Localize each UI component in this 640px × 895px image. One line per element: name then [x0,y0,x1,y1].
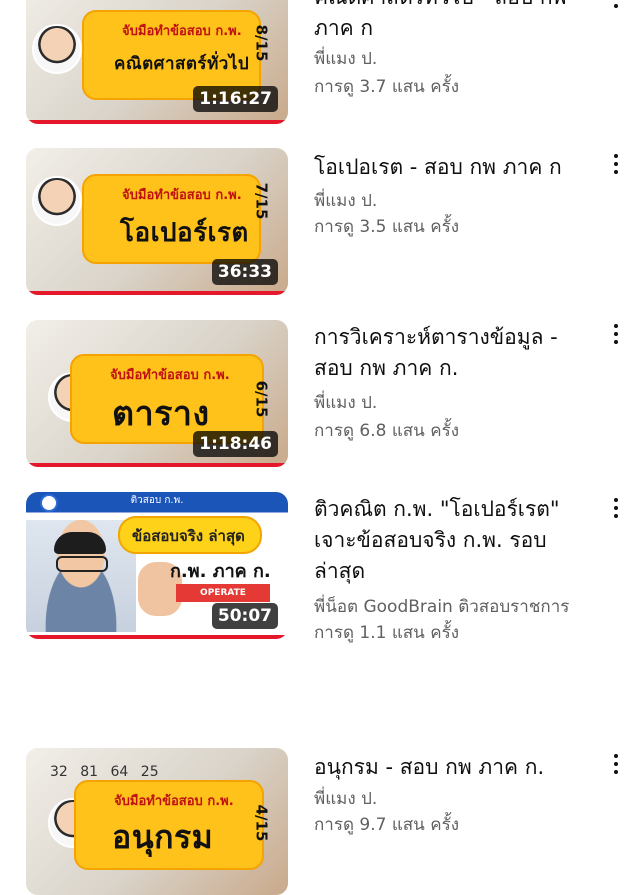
video-title[interactable]: การวิเคราะห์ตารางข้อมูล - สอบ กพ ภาค ก. [314,322,589,384]
thumbnail-header: ติวสอบ ก.พ. [130,495,184,506]
watch-progress-bar [26,463,288,467]
thumbnail-numbers: 32 81 64 25 [50,764,159,780]
more-vert-icon[interactable] [604,324,628,348]
watch-progress-bar [26,635,288,639]
channel-name[interactable]: พี่แมง ป. [314,390,614,416]
video-thumbnail[interactable]: จับมือทำข้อสอบ ก.พ. คณิตศาสตร์ทั่วไป 8/1… [26,0,288,124]
channel-name[interactable]: พี่น็อต GoodBrain ติวสอบราชการ [314,594,614,620]
video-thumbnail[interactable]: จับมือทำข้อสอบ ก.พ. ตาราง 6/15 1:18:46 [26,320,288,467]
video-thumbnail[interactable]: 32 81 64 25 จับมือทำข้อสอบ ก.พ. อนุกรม 4… [26,748,288,895]
thumbnail-pill: ข้อสอบจริง ล่าสุด [118,516,262,554]
episode-number: 8/15 [252,24,271,62]
thumbnail-title: ก.พ. ภาค ก. [170,561,271,582]
channel-name[interactable]: พี่แมง ป. [314,188,614,214]
presenter-glasses [56,556,108,572]
thumbnail-pill-text: ข้อสอบจริง ล่าสุด [132,527,245,545]
duration-badge: 1:16:27 [193,86,278,112]
view-count: การดู 3.5 แสน ครั้ง [314,217,460,237]
thumbnail-banner: จับมือทำข้อสอบ ก.พ. โอเปอร์เรต [82,174,261,264]
more-vert-icon[interactable] [604,0,628,12]
video-thumbnail[interactable]: จับมือทำข้อสอบ ก.พ. โอเปอร์เรต 7/15 36:3… [26,148,288,295]
watch-progress-bar [26,291,288,295]
thumbnail-title: อนุกรม [112,818,214,856]
thumbnail-subtitle: จับมือทำข้อสอบ ก.พ. [114,794,234,809]
episode-number: 6/15 [252,380,271,418]
thumbnail-subtitle: จับมือทำข้อสอบ ก.พ. [122,24,242,39]
view-count: การดู 6.8 แสน ครั้ง [314,421,460,441]
video-title[interactable]: ติวคณิต ก.พ. "โอเปอร์เรต" เจาะข้อสอบจริง… [314,494,589,587]
video-title[interactable]: โอเปอเรต - สอบ กพ ภาค ก [314,152,589,183]
episode-number: 7/15 [252,182,271,220]
duration-badge: 36:33 [211,259,278,285]
thumbnail-title: โอเปอร์เรต [120,218,249,248]
thumbnail-subtitle: จับมือทำข้อสอบ ก.พ. [122,188,242,203]
channel-name[interactable]: พี่แมง ป. [314,46,614,72]
more-vert-icon[interactable] [604,154,628,178]
view-count: การดู 3.7 แสน ครั้ง [314,77,460,97]
video-thumbnail[interactable]: ติวสอบ ก.พ. ข้อสอบจริง ล่าสุด ก.พ. ภาค ก… [26,492,288,639]
watch-progress-bar [26,120,288,124]
video-title[interactable]: อนุกรม - สอบ กพ ภาค ก. [314,752,589,783]
more-vert-icon[interactable] [604,754,628,778]
episode-number: 4/15 [252,804,271,842]
thumbnail-banner: จับมือทำข้อสอบ ก.พ. อนุกรม [74,780,264,870]
channel-logo-icon [40,494,58,512]
presenter-avatar [32,24,82,74]
channel-name[interactable]: พี่แมง ป. [314,786,614,812]
thumbnail-title: คณิตศาสตร์ทั่วไป [114,54,250,74]
duration-badge: 50:07 [211,603,278,629]
presenter-hair [54,532,106,554]
view-count: การดู 9.7 แสน ครั้ง [314,815,460,835]
presenter-avatar [32,176,82,226]
view-count: การดู 1.1 แสน ครั้ง [314,623,460,643]
video-title[interactable]: คณิตศาสตร์ทั่วไป - สอบ กพ ภาค ก [314,0,589,44]
thumbnail-tag: OPERATE [176,584,270,602]
thumbnail-subtitle: จับมือทำข้อสอบ ก.พ. [110,368,230,383]
duration-badge: 1:18:46 [193,431,278,457]
more-vert-icon[interactable] [604,498,628,522]
